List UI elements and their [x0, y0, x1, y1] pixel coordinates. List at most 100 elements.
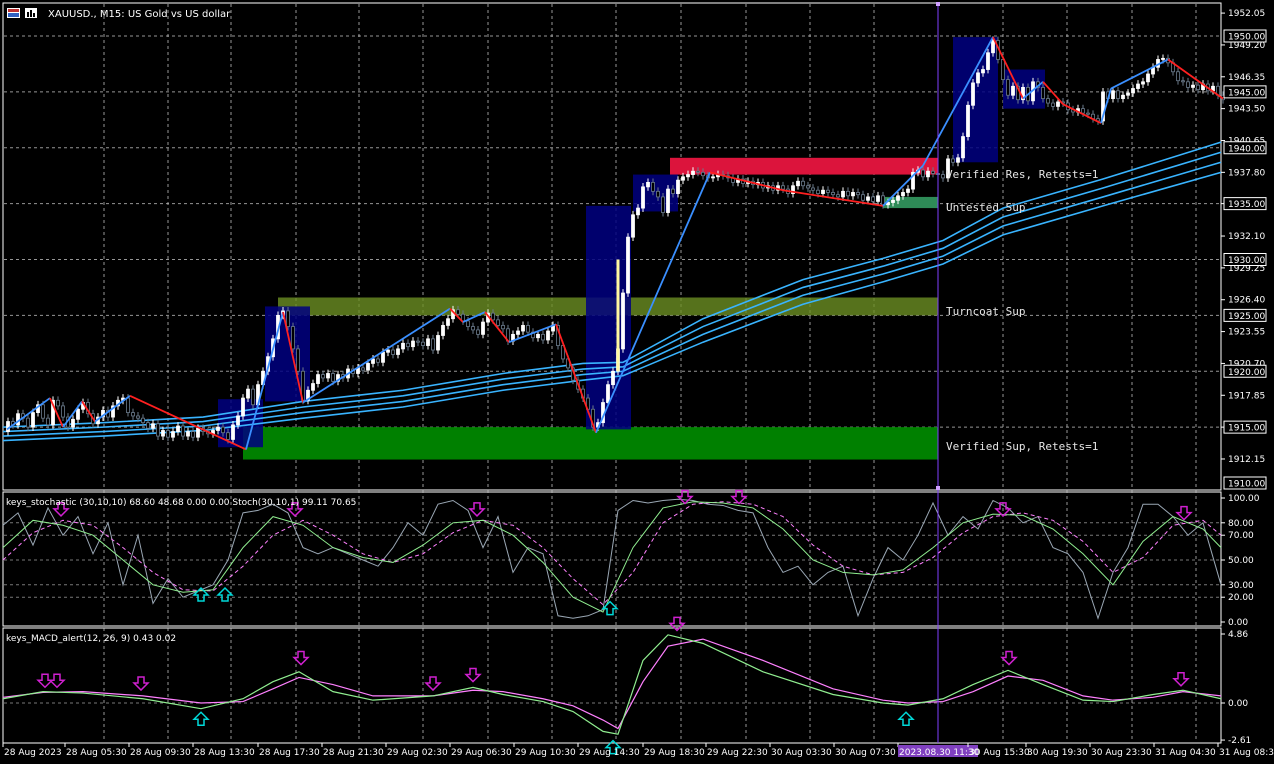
bar-chart-icon[interactable]	[25, 8, 37, 18]
time-tick-label: 29 Aug 06:30	[451, 748, 512, 758]
time-tick-label: 2023.08.30 11:30	[899, 748, 980, 758]
candle-body	[536, 333, 540, 339]
candle-body	[1176, 71, 1180, 82]
chart-canvas[interactable]: Verified Res, Retests=1 Untested Sup Tur…	[0, 0, 1274, 764]
candle-body	[661, 196, 665, 213]
time-tick-label: 29 Aug 18:30	[644, 748, 705, 758]
candle-body	[821, 189, 825, 194]
price-tick-label: 1946.35	[1228, 73, 1265, 83]
candle-body	[921, 169, 925, 178]
candle-body	[1051, 102, 1055, 107]
candle-body	[881, 195, 885, 206]
candle-body	[481, 321, 485, 335]
stoch-tick-label: 30.00	[1228, 581, 1254, 591]
candle-body	[321, 374, 325, 379]
candle-body	[76, 408, 80, 420]
candle-body	[1086, 112, 1090, 115]
candle-body	[6, 421, 10, 432]
candle-body	[846, 190, 850, 197]
candle-body	[376, 358, 380, 363]
candle-body	[976, 72, 980, 84]
candle-body	[391, 349, 395, 355]
candle-body	[26, 417, 30, 428]
candle-body	[401, 342, 405, 350]
candle-body	[141, 417, 145, 424]
candle-body	[811, 187, 815, 191]
price-tick-label: 1917.85	[1228, 391, 1265, 401]
candle-body	[806, 185, 810, 189]
time-tick-label: 30 Aug 15:30	[969, 748, 1030, 758]
candle-body	[631, 214, 635, 238]
candle-body	[991, 40, 995, 54]
macd-label: keys_MACD_alert(12, 26, 9) 0.43 0.02	[6, 634, 176, 644]
candle-body	[666, 188, 670, 213]
candle-body	[471, 326, 475, 331]
vline-handle-bottom[interactable]	[936, 486, 940, 490]
price-tick-label: 1943.50	[1228, 105, 1265, 115]
candle-body	[371, 358, 375, 364]
candle-body	[901, 192, 905, 197]
time-tick-label: 28 Aug 2023	[4, 748, 62, 758]
candle-body	[646, 181, 650, 188]
candle-body	[971, 82, 975, 106]
chart-title: XAUUSD., M15: US Gold vs US dollar	[48, 9, 231, 20]
candle-body	[151, 423, 155, 429]
stoch-tick-label: 0.00	[1228, 618, 1248, 628]
candle-body	[436, 335, 440, 351]
candle-body	[326, 373, 330, 379]
price-level-label: 1915.00	[1228, 424, 1265, 434]
time-tick-label: 28 Aug 13:30	[194, 748, 255, 758]
candle-body	[426, 338, 430, 346]
candle-body	[71, 418, 75, 428]
chart-window-icon[interactable]	[7, 8, 20, 18]
candle-body	[841, 190, 845, 198]
stoch-tick-label: 100.00	[1228, 494, 1260, 504]
candle-body	[696, 170, 700, 173]
zone-label-verified-res: Verified Res, Retests=1	[946, 168, 1098, 181]
candle-body	[1121, 94, 1125, 99]
candle-body	[861, 194, 865, 201]
candle-body	[156, 423, 160, 437]
candle-body	[801, 180, 805, 187]
candle-body	[1196, 84, 1200, 91]
candle-body	[416, 340, 420, 343]
candle-body	[926, 170, 930, 178]
candle-body	[466, 320, 470, 327]
candle-body	[931, 170, 935, 174]
candle-body	[546, 330, 550, 341]
candle-breakout	[616, 259, 620, 372]
candle-body	[1041, 87, 1045, 99]
price-tick-label: 1926.40	[1228, 296, 1265, 306]
price-level-label: 1945.00	[1228, 88, 1265, 98]
candle-body	[986, 52, 990, 70]
candle-body	[641, 186, 645, 209]
candle-body	[831, 192, 835, 196]
candle-body	[241, 397, 245, 417]
time-tick-label: 30 Aug 07:30	[835, 748, 896, 758]
candle-body	[291, 326, 295, 350]
candle-body	[421, 341, 425, 346]
candle-body	[1126, 92, 1130, 96]
candle-body	[1146, 73, 1150, 83]
candle-body	[1161, 57, 1165, 60]
candle-body	[521, 325, 525, 332]
price-level-label: 1950.00	[1228, 33, 1265, 43]
candle-body	[186, 431, 190, 437]
price-tick-label: 1912.15	[1228, 455, 1265, 465]
price-level-label: 1930.00	[1228, 256, 1265, 266]
candle-body	[906, 188, 910, 193]
candle-body	[1191, 84, 1195, 88]
stoch-tick-label: 20.00	[1228, 593, 1254, 603]
candle-body	[366, 363, 370, 371]
time-tick-label: 29 Aug 14:30	[579, 748, 640, 758]
candle-body	[61, 405, 65, 418]
candle-body	[516, 330, 520, 335]
vline-handle-top[interactable]	[936, 2, 940, 6]
candle-body	[636, 207, 640, 216]
price-level-label: 1920.00	[1228, 368, 1265, 378]
stoch-tick-label: 70.00	[1228, 531, 1254, 541]
zone-label-turncoat-sup: Turncoat Sup	[946, 305, 1025, 318]
candle-body	[146, 422, 150, 429]
candle-body	[866, 196, 870, 201]
candle-body	[1081, 108, 1085, 114]
